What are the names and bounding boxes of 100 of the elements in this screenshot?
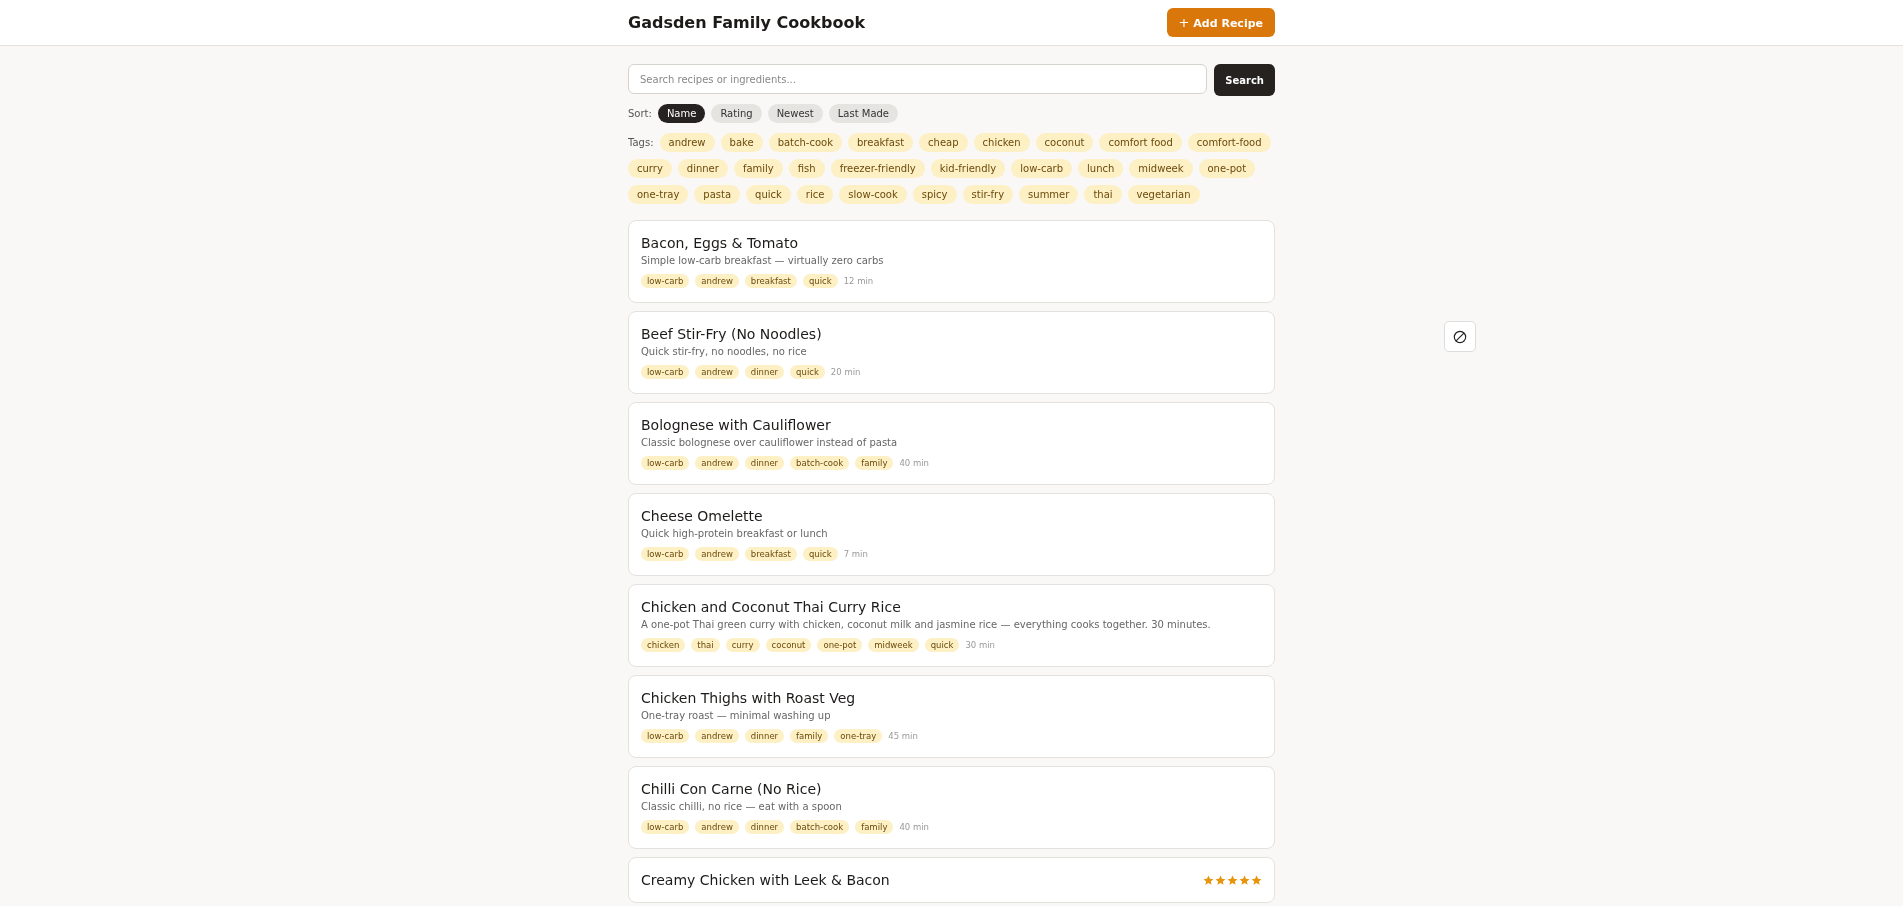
cook-time: 12 min bbox=[843, 276, 874, 286]
recipe-tag: thai bbox=[691, 638, 720, 652]
recipe-tag: quick bbox=[790, 365, 825, 379]
recipe-tag: andrew bbox=[695, 820, 739, 834]
cook-time: 20 min bbox=[830, 367, 861, 377]
recipe-tag: quick bbox=[924, 638, 960, 652]
recipe-description: Classic bolognese over cauliflower instead of pasta bbox=[641, 437, 899, 448]
tag-filter[interactable]: thai bbox=[1084, 185, 1122, 204]
recipe-card[interactable]: Beef Stir-Fry (No Noodles) Quick stir-fry, no noodles, no rice low-carb andrew dinner quick 20 min bbox=[628, 311, 1275, 394]
recipe-card[interactable]: Chicken Thighs with Roast Veg One-tray roast — minimal washing up low-carb andrew dinner family one-tray 45 min bbox=[628, 675, 1275, 758]
recipe-tag: dinner bbox=[744, 456, 785, 470]
tag-filter[interactable]: rice bbox=[796, 185, 834, 204]
tag-filter[interactable]: midweek bbox=[1129, 159, 1193, 178]
recipe-tag: andrew bbox=[695, 456, 739, 470]
tag-filter[interactable]: kid-friendly bbox=[930, 159, 1006, 178]
app-title: Gadsden Family Cookbook bbox=[628, 13, 866, 32]
recipe-title: Chicken Thighs with Roast Veg bbox=[641, 690, 856, 706]
tag-filter[interactable]: andrew bbox=[659, 133, 715, 152]
tag-filter[interactable]: breakfast bbox=[848, 133, 914, 152]
tags-label: Tags: bbox=[628, 137, 654, 148]
recipe-tag: coconut bbox=[765, 638, 812, 652]
recipe-tag: dinner bbox=[744, 820, 785, 834]
tag-filter[interactable]: coconut bbox=[1035, 133, 1094, 152]
recipe-tag: family bbox=[790, 729, 829, 743]
tag-filter[interactable]: family bbox=[733, 159, 783, 178]
cook-time: 40 min bbox=[899, 458, 929, 468]
sort-option[interactable]: Newest bbox=[767, 104, 823, 123]
cook-time: 7 min bbox=[843, 549, 868, 559]
recipe-tag: low-carb bbox=[641, 365, 690, 379]
recipe-card[interactable]: Chilli Con Carne (No Rice) Classic chilli, no rice — eat with a spoon low-carb andrew dinner batch-cook family 40 min bbox=[628, 766, 1275, 849]
tag-filter[interactable]: curry bbox=[628, 159, 672, 178]
search-field[interactable]: Search recipes or ingredients... bbox=[628, 64, 1208, 94]
recipe-tag: andrew bbox=[695, 274, 739, 288]
recipe-tag: low-carb bbox=[641, 456, 690, 470]
tag-filter[interactable]: low-carb bbox=[1011, 159, 1073, 178]
recipe-description: A one-pot Thai green curry with chicken, coconut milk and jasmine rice — everything cooks together. 30 minutes. bbox=[641, 619, 1212, 630]
recipe-tag: low-carb bbox=[641, 729, 690, 743]
tag-filter[interactable]: stir-fry bbox=[962, 185, 1014, 204]
recipe-title: Chilli Con Carne (No Rice) bbox=[641, 781, 822, 797]
recipe-tag: breakfast bbox=[744, 274, 797, 288]
tag-filter[interactable]: slow-cook bbox=[839, 185, 907, 204]
sort-option[interactable]: Rating bbox=[711, 104, 762, 123]
search-button[interactable]: Search bbox=[1214, 64, 1275, 96]
recipe-card[interactable]: Creamy Chicken with Leek & Bacon bbox=[628, 857, 1275, 903]
recipe-title: Chicken and Coconut Thai Curry Rice bbox=[641, 599, 901, 615]
recipe-tag: andrew bbox=[695, 547, 739, 561]
tag-filter[interactable]: cheap bbox=[919, 133, 968, 152]
recipe-description: Simple low-carb breakfast — virtually zero carbs bbox=[641, 255, 885, 266]
recipe-tag: andrew bbox=[695, 365, 739, 379]
recipe-tag: batch-cook bbox=[790, 456, 850, 470]
recipe-tag: midweek bbox=[868, 638, 919, 652]
tag-filter[interactable]: chicken bbox=[973, 133, 1030, 152]
tag-filter[interactable]: spicy bbox=[912, 185, 957, 204]
tag-filter[interactable]: freezer-friendly bbox=[830, 159, 925, 178]
tag-filter[interactable]: one-pot bbox=[1198, 159, 1256, 178]
cook-time: 45 min bbox=[888, 731, 918, 741]
recipe-tag: andrew bbox=[695, 729, 739, 743]
recipe-tag: dinner bbox=[744, 729, 785, 743]
recipe-tag: one-pot bbox=[817, 638, 863, 652]
sort-option[interactable]: Last Made bbox=[828, 104, 898, 123]
recipe-tag: low-carb bbox=[641, 274, 690, 288]
tag-filter[interactable]: comfort-food bbox=[1187, 133, 1271, 152]
tag-filter[interactable]: fish bbox=[788, 159, 825, 178]
tag-filter[interactable]: batch-cook bbox=[768, 133, 842, 152]
tag-filter[interactable]: quick bbox=[746, 185, 791, 204]
recipe-tag: low-carb bbox=[641, 547, 690, 561]
recipe-tag: chicken bbox=[641, 638, 686, 652]
recipe-description: Quick stir-fry, no noodles, no rice bbox=[641, 346, 808, 357]
tag-filter[interactable]: comfort food bbox=[1099, 133, 1182, 152]
recipe-tag: batch-cook bbox=[790, 820, 850, 834]
recipe-title: Beef Stir-Fry (No Noodles) bbox=[641, 326, 822, 342]
recipe-title: Bolognese with Cauliflower bbox=[641, 417, 831, 433]
disable-icon-button[interactable] bbox=[1444, 321, 1476, 352]
tag-filter[interactable]: pasta bbox=[694, 185, 741, 204]
tag-filter[interactable]: one-tray bbox=[628, 185, 689, 204]
tag-filter[interactable]: lunch bbox=[1078, 159, 1124, 178]
recipe-title: Bacon, Eggs & Tomato bbox=[641, 235, 798, 251]
recipe-tag: one-tray bbox=[834, 729, 883, 743]
tag-filter[interactable]: dinner bbox=[677, 159, 728, 178]
recipe-tag: family bbox=[855, 820, 894, 834]
recipe-card[interactable]: Bacon, Eggs & Tomato Simple low-carb breakfast — virtually zero carbs low-carb andrew breakfast quick 12 min bbox=[628, 220, 1275, 303]
recipe-tag: low-carb bbox=[641, 820, 690, 834]
recipe-description: Quick high-protein breakfast or lunch bbox=[641, 528, 829, 539]
recipe-card[interactable] bbox=[628, 584, 1275, 667]
recipe-description: One-tray roast — minimal washing up bbox=[641, 710, 832, 721]
tag-filter[interactable]: vegetarian bbox=[1127, 185, 1200, 204]
recipe-tag: breakfast bbox=[744, 547, 797, 561]
recipe-card[interactable]: Bolognese with Cauliflower Classic bolognese over cauliflower instead of pasta low-carb andrew dinner batch-cook family 40 min bbox=[628, 402, 1275, 485]
cook-time: 40 min bbox=[899, 822, 929, 832]
recipe-tag: quick bbox=[802, 274, 838, 288]
recipe-tag: quick bbox=[802, 547, 838, 561]
tag-filter[interactable]: bake bbox=[720, 133, 763, 152]
recipe-tag: dinner bbox=[744, 365, 785, 379]
tag-filter[interactable]: summer bbox=[1019, 185, 1079, 204]
recipe-title: Creamy Chicken with Leek & Bacon bbox=[641, 872, 890, 888]
recipe-title: Cheese Omelette bbox=[641, 508, 763, 524]
recipe-description: Classic chilli, no rice — eat with a spoon bbox=[641, 801, 843, 812]
recipe-card[interactable]: Cheese Omelette Quick high-protein breakfast or lunch low-carb andrew breakfast quick 7 min bbox=[628, 493, 1275, 576]
cook-time: 30 min bbox=[965, 640, 995, 650]
sort-option[interactable]: Name bbox=[657, 104, 706, 123]
